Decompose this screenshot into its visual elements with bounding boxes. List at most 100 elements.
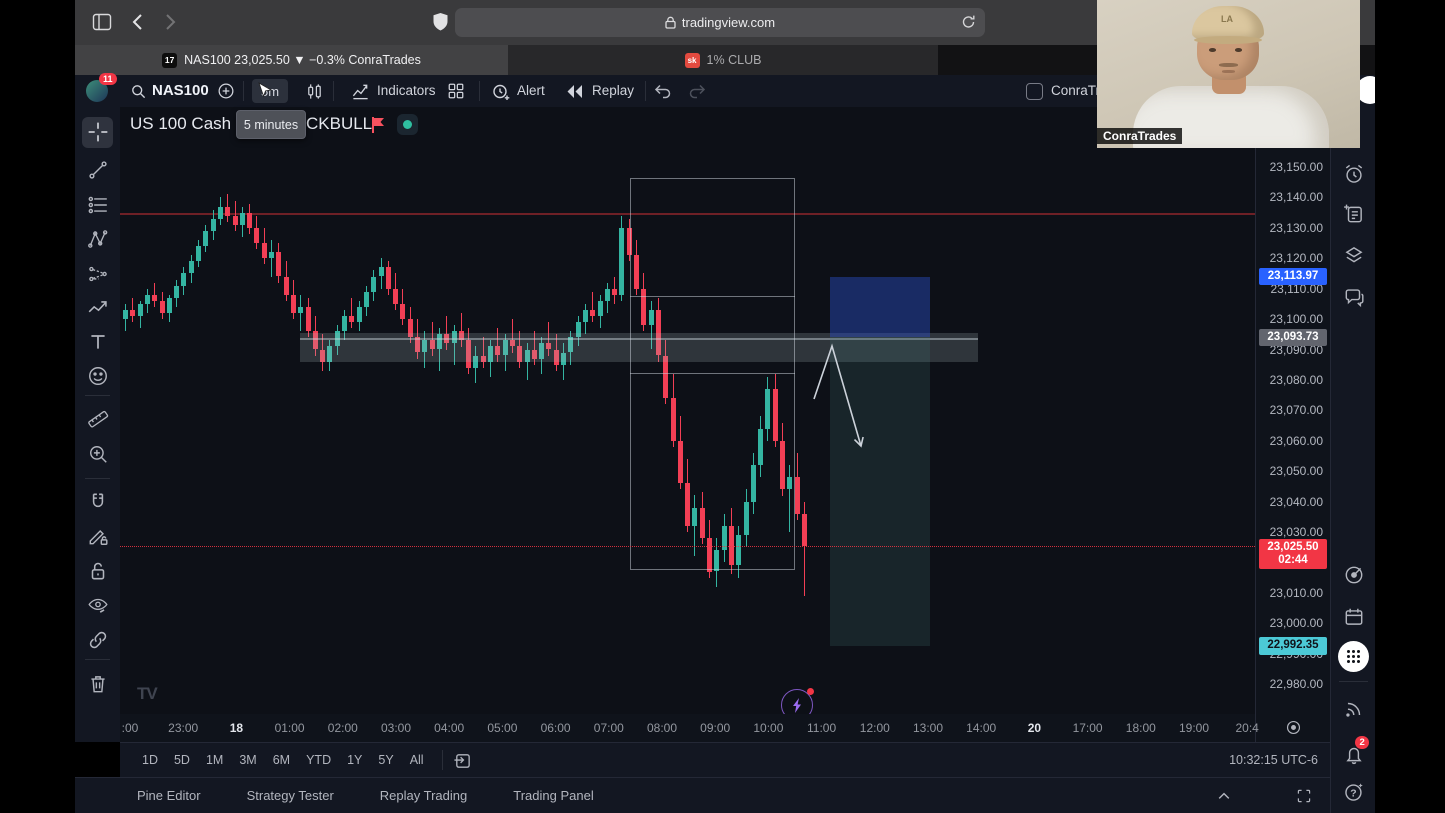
svg-text:?: ? xyxy=(1350,788,1356,799)
zoom-in-tool[interactable] xyxy=(87,443,109,465)
notifications-bell-icon[interactable]: 2 xyxy=(1343,743,1365,765)
layout-checkbox[interactable] xyxy=(1026,83,1043,100)
webcam-overlay[interactable]: LA ConraTrades xyxy=(1097,0,1360,148)
xabcd-pattern-tool[interactable] xyxy=(87,228,109,250)
replay-icon[interactable] xyxy=(565,83,585,100)
price-tick-label: 23,120.00 xyxy=(1253,251,1323,265)
indicators-button[interactable]: Indicators xyxy=(377,83,436,98)
price-tick-label: 23,050.00 xyxy=(1253,464,1323,478)
alert-button[interactable]: Alert xyxy=(517,83,545,98)
text-tool[interactable] xyxy=(87,331,109,353)
apps-grid-button[interactable] xyxy=(1338,641,1369,672)
alert-clock-icon[interactable] xyxy=(491,82,511,102)
magnet-tool[interactable] xyxy=(87,491,109,513)
letterbox-left xyxy=(0,0,75,813)
chart-pane[interactable]: TV xyxy=(120,107,1255,714)
price-axis[interactable]: 23,150.0023,140.0023,130.0023,120.0023,1… xyxy=(1255,107,1331,742)
flash-button[interactable] xyxy=(781,689,813,714)
redo-icon[interactable] xyxy=(687,83,707,100)
calendar-icon[interactable] xyxy=(1343,606,1365,628)
sidebar-divider xyxy=(1339,681,1368,682)
time-tick-label: 08:00 xyxy=(639,721,685,735)
footer-tab-replay-trading[interactable]: Replay Trading xyxy=(380,788,467,803)
right-sidebar: 2 ? xyxy=(1330,75,1376,813)
undo-icon[interactable] xyxy=(653,83,673,100)
toolbar-separator xyxy=(333,81,334,101)
search-icon[interactable] xyxy=(130,83,147,100)
scanner-icon[interactable] xyxy=(1343,564,1365,586)
arrow-marker-tool[interactable] xyxy=(87,297,109,319)
chat-icon[interactable] xyxy=(1343,286,1365,308)
trend-line-tool[interactable] xyxy=(87,159,109,181)
webcam-name-label: ConraTrades xyxy=(1097,128,1182,144)
time-tick-label: 14:00 xyxy=(958,721,1004,735)
price-tick-label: 23,040.00 xyxy=(1253,495,1323,509)
market-status-chip[interactable] xyxy=(397,114,418,135)
flag-icon[interactable] xyxy=(370,117,385,133)
replay-button[interactable]: Replay xyxy=(592,83,634,98)
layout-grid-icon[interactable] xyxy=(447,82,465,100)
shield-icon[interactable] xyxy=(432,12,449,32)
range-button-all[interactable]: All xyxy=(402,749,432,771)
collapse-chevron-icon[interactable] xyxy=(1216,788,1232,804)
lock-icon xyxy=(665,16,676,29)
footer-tab-trading-panel[interactable]: Trading Panel xyxy=(513,788,593,803)
reload-icon[interactable] xyxy=(961,14,976,30)
compare-add-icon[interactable] xyxy=(217,82,235,100)
time-axis[interactable]: :0023:001801:0002:0003:0004:0005:0006:00… xyxy=(120,714,1255,742)
ruler-tool[interactable] xyxy=(87,408,109,430)
horizontal-lines-tool[interactable] xyxy=(87,194,109,216)
chart-style-icon[interactable] xyxy=(305,82,324,101)
go-to-date-icon[interactable] xyxy=(1285,719,1302,736)
footer-tab-strategy-tester[interactable]: Strategy Tester xyxy=(247,788,334,803)
time-tick-label: :00 xyxy=(107,721,153,735)
price-tick-label: 23,080.00 xyxy=(1253,373,1323,387)
alerts-panel-icon[interactable] xyxy=(1343,163,1365,185)
lock-all-tool[interactable] xyxy=(87,560,109,582)
address-bar[interactable]: tradingview.com xyxy=(455,8,985,37)
indicators-icon[interactable] xyxy=(351,82,370,101)
emoji-tool[interactable] xyxy=(87,365,109,387)
footer-tab-pine-editor[interactable]: Pine Editor xyxy=(137,788,201,803)
range-button-5y[interactable]: 5Y xyxy=(370,749,401,771)
time-tick-label: 11:00 xyxy=(799,721,845,735)
screen: tradingview.com 17 NAS100 23,025.50 ▼ −0… xyxy=(0,0,1445,813)
symbol-search-button[interactable]: NAS100 xyxy=(152,82,209,99)
tradingview-watermark: TV xyxy=(137,684,157,704)
maximize-icon[interactable] xyxy=(1296,788,1312,804)
tab-1pct-club[interactable]: sk 1% CLUB xyxy=(508,45,938,75)
drawing-lock-tool[interactable] xyxy=(87,525,109,547)
clock-display[interactable]: 10:32:15 UTC-6 xyxy=(1229,753,1318,767)
price-tick-label: 23,140.00 xyxy=(1253,190,1323,204)
sk-favicon: sk xyxy=(685,53,700,68)
down-arrow-drawing[interactable] xyxy=(120,107,1255,714)
tab-tradingview[interactable]: 17 NAS100 23,025.50 ▼ −0.3% ConraTrades xyxy=(75,45,508,75)
projection-tool[interactable] xyxy=(87,263,109,285)
time-tick-label: 17:00 xyxy=(1065,721,1111,735)
range-button-5d[interactable]: 5D xyxy=(166,749,198,771)
range-button-1d[interactable]: 1D xyxy=(134,749,166,771)
price-badge: 22,992.35 xyxy=(1259,637,1327,654)
toolbar-separator xyxy=(479,81,480,101)
notes-icon[interactable] xyxy=(1343,203,1365,225)
range-button-6m[interactable]: 6M xyxy=(265,749,298,771)
layout-name[interactable]: ConraTr xyxy=(1051,83,1100,98)
time-tick-label: 20:4 xyxy=(1224,721,1270,735)
sidebar-toggle-icon[interactable] xyxy=(92,13,112,31)
data-feed-icon[interactable] xyxy=(1343,698,1365,720)
range-button-3m[interactable]: 3M xyxy=(231,749,264,771)
symbol-title-right[interactable]: CKBULL xyxy=(306,114,372,134)
remove-drawings-tool[interactable] xyxy=(87,673,109,695)
back-button[interactable] xyxy=(129,12,147,32)
crosshair-tool[interactable] xyxy=(87,121,109,143)
link-tool[interactable] xyxy=(87,629,109,651)
object-tree-icon[interactable] xyxy=(1343,244,1365,266)
go-to-date-button[interactable] xyxy=(453,751,472,770)
current-price-line xyxy=(120,546,1255,547)
help-button[interactable]: ? xyxy=(1343,781,1365,803)
forward-button[interactable] xyxy=(161,12,179,32)
range-button-1m[interactable]: 1M xyxy=(198,749,231,771)
hide-drawings-tool[interactable] xyxy=(87,594,109,616)
range-button-1y[interactable]: 1Y xyxy=(339,749,370,771)
range-button-ytd[interactable]: YTD xyxy=(298,749,339,771)
